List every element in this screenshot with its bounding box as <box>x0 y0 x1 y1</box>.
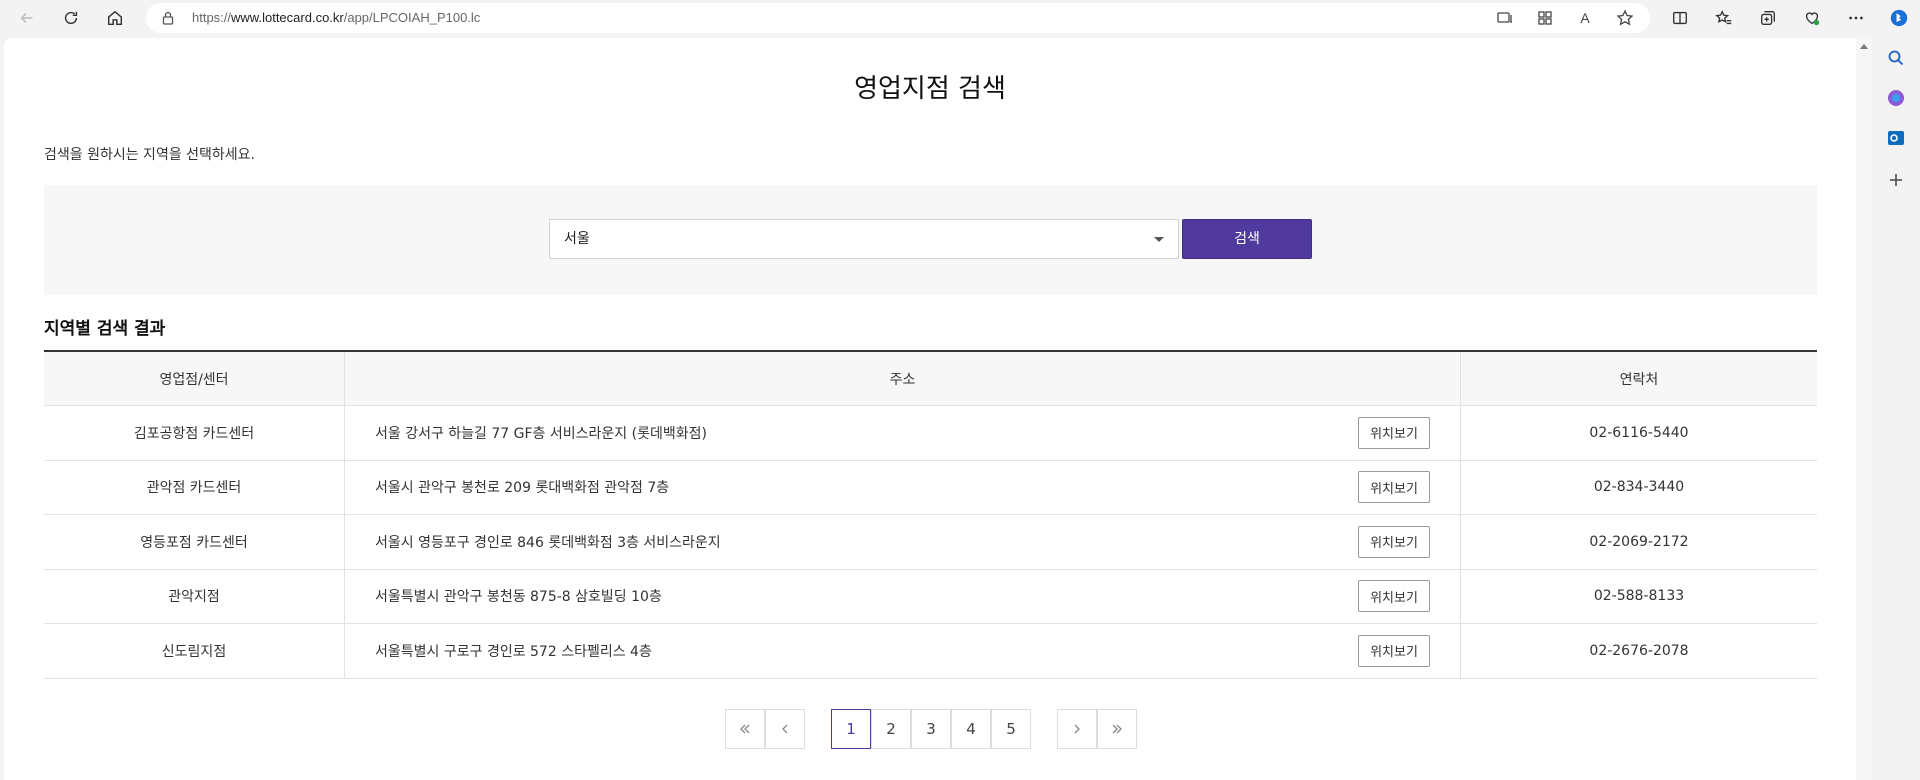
next-page-button[interactable] <box>1057 709 1097 749</box>
page-viewport: 영업지점 검색 검색을 원하시는 지역을 선택하세요. 서울 검색 지역별 검색… <box>4 38 1872 780</box>
first-page-button[interactable] <box>725 709 765 749</box>
read-aloud-icon[interactable]: A <box>1576 9 1594 27</box>
branch-name: 김포공항점 카드센터 <box>44 406 345 460</box>
table-row: 관악지점 서울특별시 관악구 봉천동 875-8 삼호빌딩 10층 위치보기 0… <box>44 569 1817 624</box>
page-3-button[interactable]: 3 <box>911 709 951 749</box>
pagination: 1 2 3 4 5 <box>4 709 1856 749</box>
branch-name: 신도림지점 <box>44 624 345 678</box>
more-icon[interactable] <box>1841 5 1871 31</box>
url-host: www.lottecard.co.kr <box>231 10 344 25</box>
search-icon[interactable] <box>1886 48 1906 68</box>
refresh-icon[interactable] <box>56 5 86 31</box>
page-5-button[interactable]: 5 <box>991 709 1031 749</box>
region-select[interactable]: 서울 <box>549 219 1179 259</box>
table-row: 관악점 카드센터 서울시 관악구 봉천로 209 롯대백화점 관악점 7층 위치… <box>44 460 1817 515</box>
browser-toolbar: https://www.lottecard.co.kr/app/LPCOIAH_… <box>0 0 1920 36</box>
address-cell: 서울특별시 관악구 봉천동 875-8 삼호빌딩 10층 위치보기 <box>345 569 1461 623</box>
branch-name: 영등포점 카드센터 <box>44 515 345 569</box>
view-location-button[interactable]: 위치보기 <box>1358 580 1430 613</box>
address-cell: 서울 강서구 하늘길 77 GF층 서비스라운지 (롯데백화점) 위치보기 <box>345 406 1461 460</box>
double-chevron-right-icon <box>1112 724 1122 734</box>
results-table: 영업점/센터 주소 연락처 김포공항점 카드센터 서울 강서구 하늘길 77 G… <box>44 350 1817 679</box>
double-chevron-left-icon <box>740 724 750 734</box>
column-header-branch: 영업점/센터 <box>44 352 345 405</box>
favorite-star-icon[interactable] <box>1616 9 1634 27</box>
collections-icon[interactable] <box>1753 5 1783 31</box>
back-icon[interactable] <box>12 5 42 31</box>
search-guide-text: 검색을 원하시는 지역을 선택하세요. <box>44 147 255 163</box>
chevron-left-icon <box>782 724 788 734</box>
search-panel: 서울 검색 <box>44 185 1817 295</box>
page-2-button[interactable]: 2 <box>871 709 911 749</box>
region-select-value: 서울 <box>564 231 590 247</box>
url-text[interactable]: https://www.lottecard.co.kr/app/LPCOIAH_… <box>192 3 480 33</box>
chevron-right-icon <box>1074 724 1080 734</box>
health-icon[interactable] <box>1797 5 1827 31</box>
address-text: 서울특별시 관악구 봉천동 875-8 삼호빌딩 10층 <box>375 589 662 606</box>
edge-sidebar <box>1872 36 1920 780</box>
phone-number: 02-2676-2078 <box>1589 642 1689 659</box>
scroll-up-icon[interactable] <box>1860 44 1868 49</box>
phone-number: 02-6116-5440 <box>1589 424 1689 441</box>
address-text: 서울 강서구 하늘길 77 GF층 서비스라운지 (롯데백화점) <box>375 425 707 442</box>
phone-number: 02-588-8133 <box>1593 588 1685 605</box>
apps-icon[interactable] <box>1536 9 1554 27</box>
table-header: 영업점/센터 주소 연락처 <box>44 352 1817 406</box>
address-text: 서울특별시 구로구 경인로 572 스타펠리스 4층 <box>375 643 652 660</box>
table-row: 영등포점 카드센터 서울시 영등포구 경인로 846 롯데백화점 3층 서비스라… <box>44 515 1817 570</box>
split-screen-icon[interactable] <box>1665 5 1695 31</box>
address-text: 서울시 영등포구 경인로 846 롯데백화점 3층 서비스라운지 <box>375 534 721 551</box>
vertical-scrollbar[interactable] <box>1856 38 1872 780</box>
page-1-button[interactable]: 1 <box>831 709 871 749</box>
last-page-button[interactable] <box>1097 709 1137 749</box>
phone-number: 02-2069-2172 <box>1589 533 1689 550</box>
url-path: /app/LPCOIAH_P100.lc <box>343 10 481 25</box>
read-mode-icon[interactable] <box>1496 9 1514 27</box>
column-header-address: 주소 <box>345 352 1461 405</box>
address-cell: 서울시 영등포구 경인로 846 롯데백화점 3층 서비스라운지 위치보기 <box>345 515 1461 569</box>
home-icon[interactable] <box>100 5 130 31</box>
search-button[interactable]: 검색 <box>1182 219 1312 259</box>
results-title: 지역별 검색 결과 <box>44 319 166 339</box>
prev-page-button[interactable] <box>765 709 805 749</box>
address-cell: 서울특별시 구로구 경인로 572 스타펠리스 4층 위치보기 <box>345 624 1461 678</box>
copilot-icon[interactable] <box>1886 88 1906 108</box>
add-icon[interactable] <box>1886 170 1906 190</box>
branch-name: 관악지점 <box>44 569 345 623</box>
table-row: 신도림지점 서울특별시 구로구 경인로 572 스타펠리스 4층 위치보기 02… <box>44 624 1817 679</box>
page-title: 영업지점 검색 <box>854 74 1006 104</box>
bing-copilot-icon[interactable] <box>1884 5 1914 31</box>
table-row: 김포공항점 카드센터 서울 강서구 하늘길 77 GF층 서비스라운지 (롯데백… <box>44 406 1817 461</box>
address-cell: 서울시 관악구 봉천로 209 롯대백화점 관악점 7층 위치보기 <box>345 460 1461 514</box>
address-bar[interactable]: https://www.lottecard.co.kr/app/LPCOIAH_… <box>146 3 1650 33</box>
view-location-button[interactable]: 위치보기 <box>1358 416 1430 449</box>
column-header-phone: 연락처 <box>1619 371 1659 388</box>
url-prefix: https:// <box>192 10 232 25</box>
view-location-button[interactable]: 위치보기 <box>1358 525 1430 558</box>
branch-name: 관악점 카드센터 <box>44 460 345 514</box>
outlook-icon[interactable] <box>1886 128 1906 148</box>
read-aloud-letter: A <box>1580 10 1590 26</box>
page-4-button[interactable]: 4 <box>951 709 991 749</box>
phone-number: 02-834-3440 <box>1593 479 1685 496</box>
lock-icon[interactable] <box>160 10 176 26</box>
chevron-down-icon <box>1154 237 1164 242</box>
view-location-button[interactable]: 위치보기 <box>1358 634 1430 667</box>
address-text: 서울시 관악구 봉천로 209 롯대백화점 관악점 7층 <box>375 480 670 497</box>
favorites-icon[interactable] <box>1709 5 1739 31</box>
view-location-button[interactable]: 위치보기 <box>1358 471 1430 504</box>
